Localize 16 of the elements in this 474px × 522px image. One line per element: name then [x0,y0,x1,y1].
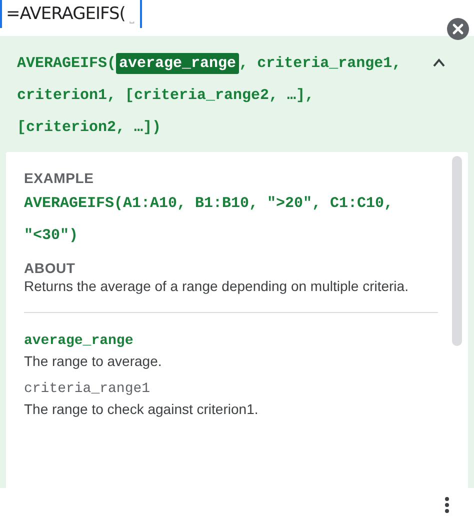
cursor-placeholder: ⎵ [129,10,134,24]
parameter-description: The range to average. [24,352,163,371]
parameter-name: criteria_range1 [24,380,152,399]
example-heading: EXAMPLE [24,170,95,186]
formula-text: =AVERAGEIFS( [6,4,126,24]
about-text: Returns the average of a range depending on multiple criteria. [24,277,410,296]
function-signature: AVERAGEIFS( average_range , criteria_range1, criterion1, [criteria_range2, …], [criterion2, …]) [17,52,402,138]
about-heading: ABOUT [24,260,76,276]
scrollbar[interactable] [452,156,462,346]
more-options-icon[interactable] [444,496,450,514]
formula-input-field[interactable]: =AVERAGEIFS( ⎵ [0,0,142,28]
parameter-name: average_range [24,332,134,351]
close-icon [452,23,464,35]
parameter-description: The range to check against criterion1. [24,400,260,419]
example-code: AVERAGEIFS(A1:A10, B1:B10, ">20", C1:C10, "<30") [24,194,394,246]
close-button[interactable] [447,18,469,40]
